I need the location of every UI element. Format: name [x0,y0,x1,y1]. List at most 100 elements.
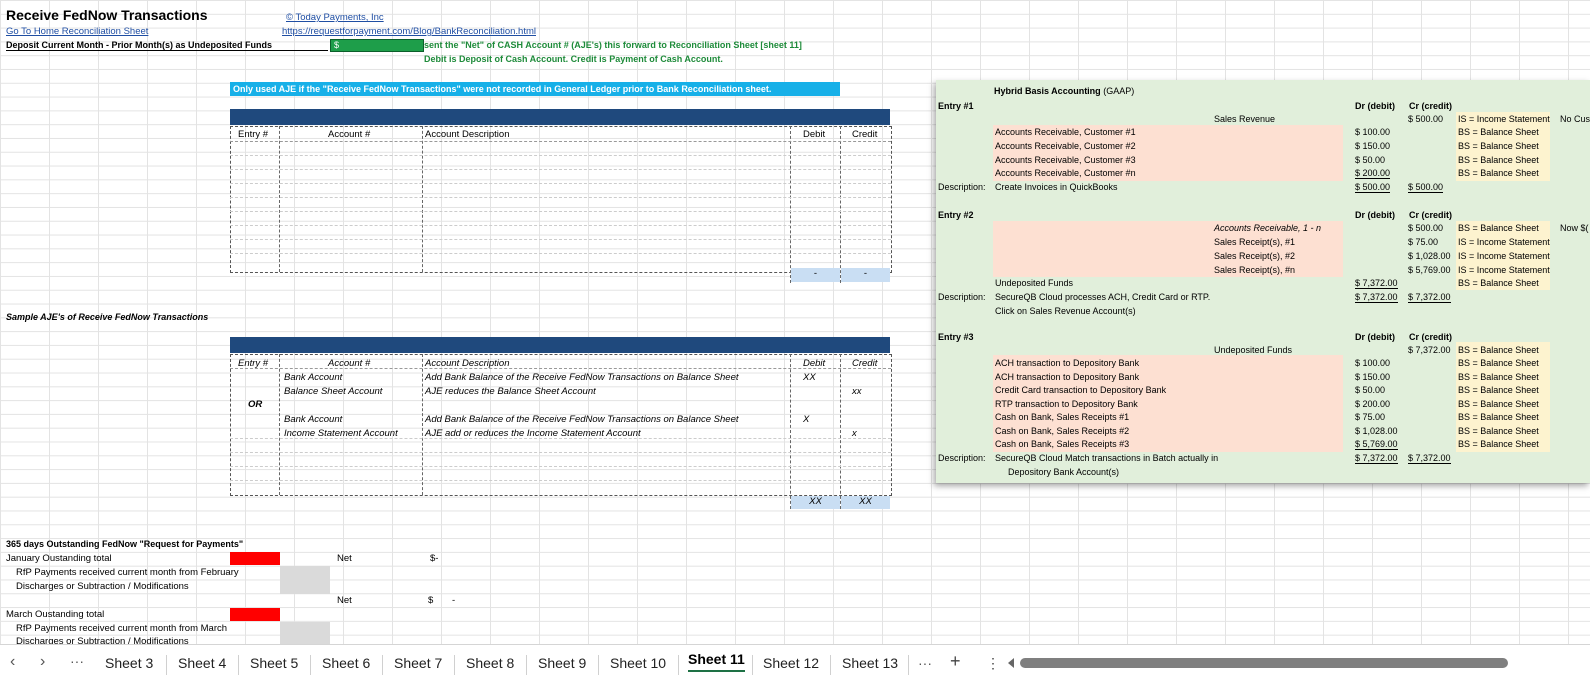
t2-credit-total[interactable]: XX [841,496,890,509]
entry1-line2-note: BS = Balance Sheet [1458,141,1539,151]
tab-sheet-13[interactable]: Sheet 13 [842,655,898,671]
entry2-credit1-note: BS = Balance Sheet [1458,223,1539,233]
entry2-credit4-acct: Sales Receipt(s), #n [1214,265,1296,275]
more-sheets-right-icon[interactable]: ··· [918,655,932,671]
rfp-feb-label: RfP Payments received current month from… [16,567,239,578]
panel-title: Hybrid Basis Accounting (GAAP) [994,86,1135,96]
hybrid-accounting-panel[interactable]: Hybrid Basis Accounting (GAAP) Entry #1 … [936,80,1590,483]
next-sheet-icon[interactable]: › [40,653,45,671]
t2-row4-debit: X [803,414,810,425]
t1-credit-total[interactable]: - [841,268,890,282]
aje-banner: Only used AJE if the "Receive FedNow Tra… [230,82,840,96]
entry2-credit3-note: IS = Income Statement [1458,251,1550,261]
t2-col-credit: Credit [852,358,878,369]
entry1-line1-dr: $ 100.00 [1355,127,1391,137]
tab-sheet-9[interactable]: Sheet 9 [538,655,586,671]
net1-value: $- [430,553,439,564]
horizontal-scrollbar[interactable] [1020,658,1508,668]
t2-debit-total[interactable]: XX [791,496,840,509]
entry2-credit1-cr: $ 500.00 [1408,223,1444,233]
rfp-feb-cell[interactable] [280,566,330,594]
entry3-line3-acct: Credit Card transaction to Depository Ba… [995,385,1167,395]
entry3-line2-acct: ACH transaction to Depository Bank [995,372,1140,382]
more-sheets-left-icon[interactable]: ··· [70,653,84,669]
disc1-label: Discharges or Subtraction / Modification… [16,581,189,592]
tab-sheet-7[interactable]: Sheet 7 [394,655,442,671]
entry1-line4-note: BS = Balance Sheet [1458,168,1539,178]
sheet-options-icon[interactable]: ⋮ [986,655,1000,672]
rfp-mar-cell[interactable] [280,622,330,644]
t2-row1-debit: XX [803,372,816,383]
entry3-line1-note: BS = Balance Sheet [1458,358,1539,368]
entry1-line3-dr: $ 50.00 [1355,155,1386,165]
t2-or-label: OR [248,399,263,410]
entry2-desc-label: Description: [938,292,986,302]
entry3-line4-note: BS = Balance Sheet [1458,399,1539,409]
tab-sheet-5[interactable]: Sheet 5 [250,655,298,671]
entry1-desc-label: Description: [938,182,986,192]
t1-col-account: Account # [328,129,371,140]
entry3-line6-note: BS = Balance Sheet [1458,426,1539,436]
t2-row4-account: Bank Account [284,414,343,425]
sheet-title: Receive FedNow Transactions [6,7,208,23]
entry3-line6-dr: $ 1,028.00 [1355,426,1398,436]
entry1-dr-header: Dr (debit) [1355,101,1395,111]
tab-sheet-10[interactable]: Sheet 10 [610,655,666,671]
aje-table-empty[interactable] [230,126,892,273]
entry3-line7-note: BS = Balance Sheet [1458,439,1539,449]
entry3-line1-acct: ACH transaction to Depository Bank [995,358,1140,368]
entry2-credit2-note: IS = Income Statement [1458,237,1550,247]
entry2-debit-note: BS = Balance Sheet [1458,278,1539,288]
entry2-credit1-acct: Accounts Receivable, 1 - n [1214,223,1322,233]
tab-sheet-6[interactable]: Sheet 6 [322,655,370,671]
outstanding-title: 365 days Outstanding FedNow "Request for… [6,539,244,549]
tab-sheet-12[interactable]: Sheet 12 [763,655,819,671]
entry1-total-dr: $ 500.00 [1355,182,1391,193]
entry1-line2-acct: Accounts Receivable, Customer #2 [995,141,1136,151]
entry3-line3-dr: $ 50.00 [1355,385,1386,395]
entry1-total-cr: $ 500.00 [1408,182,1444,193]
mar-total-cell[interactable] [230,608,280,621]
entry3-line7-acct: Cash on Bank, Sales Receipts #3 [995,439,1130,449]
scroll-left-icon[interactable] [1008,658,1014,668]
t2-col-account: Account # [328,358,371,369]
url-link[interactable]: https://requestforpayment.com/Blog/BankR… [282,26,536,37]
add-sheet-icon[interactable]: + [950,651,961,672]
tab-sheet-4[interactable]: Sheet 4 [178,655,226,671]
entry2-debit-acct: Undeposited Funds [995,278,1074,288]
entry1-cr-header: Cr (credit) [1409,101,1453,111]
t2-row2-account: Balance Sheet Account [284,386,383,397]
entry1-line1-note: BS = Balance Sheet [1458,127,1539,137]
entry2-total-cr: $ 7,372.00 [1408,292,1451,303]
tab-sheet-11[interactable]: Sheet 11 [688,651,745,672]
tab-sheet-3[interactable]: Sheet 3 [105,655,153,671]
entry3-line7-dr: $ 5,769.00 [1355,439,1398,450]
deposit-cell[interactable]: $ [330,39,424,52]
jan-total-cell[interactable] [230,552,280,565]
entry2-label: Entry #2 [938,210,974,220]
home-link[interactable]: Go To Home Reconciliation Sheet [6,26,148,37]
copyright-link[interactable]: © Today Payments, Inc [286,12,384,23]
entry2-credit3-cr: $ 1,028.00 [1408,251,1451,261]
entry2-desc2: Click on Sales Revenue Account(s) [995,306,1136,316]
entry1-line3-acct: Accounts Receivable, Customer #3 [995,155,1136,165]
entry1-extra: No Cus [1560,114,1590,124]
entry3-total-cr: $ 7,372.00 [1408,453,1451,464]
entry2-credit2-acct: Sales Receipt(s), #1 [1214,237,1296,247]
tab-sheet-8[interactable]: Sheet 8 [466,655,514,671]
entry2-credit4-note: IS = Income Statement [1458,265,1550,275]
t2-row2-desc: AJE reduces the Balance Sheet Account [425,386,596,397]
entry3-credit-amount: $ 7,372.00 [1408,345,1451,355]
t2-row1-account: Bank Account [284,372,343,383]
table1-header-bar [230,109,890,125]
entry1-line4-dr: $ 200.00 [1355,168,1391,179]
entry1-credit-amount: $ 500.00 [1408,114,1444,124]
entry3-line5-dr: $ 75.00 [1355,412,1386,422]
entry2-debit-amount: $ 7,372.00 [1355,278,1398,289]
entry3-line5-acct: Cash on Bank, Sales Receipts #1 [995,412,1130,422]
t1-debit-total[interactable]: - [791,268,840,282]
entry1-credit-account: Sales Revenue [1214,114,1276,124]
note-line-1: sent the "Net" of CASH Account # (AJE's)… [424,40,802,50]
prev-sheet-icon[interactable]: ‹ [10,653,15,671]
entry2-total-dr: $ 7,372.00 [1355,292,1398,303]
